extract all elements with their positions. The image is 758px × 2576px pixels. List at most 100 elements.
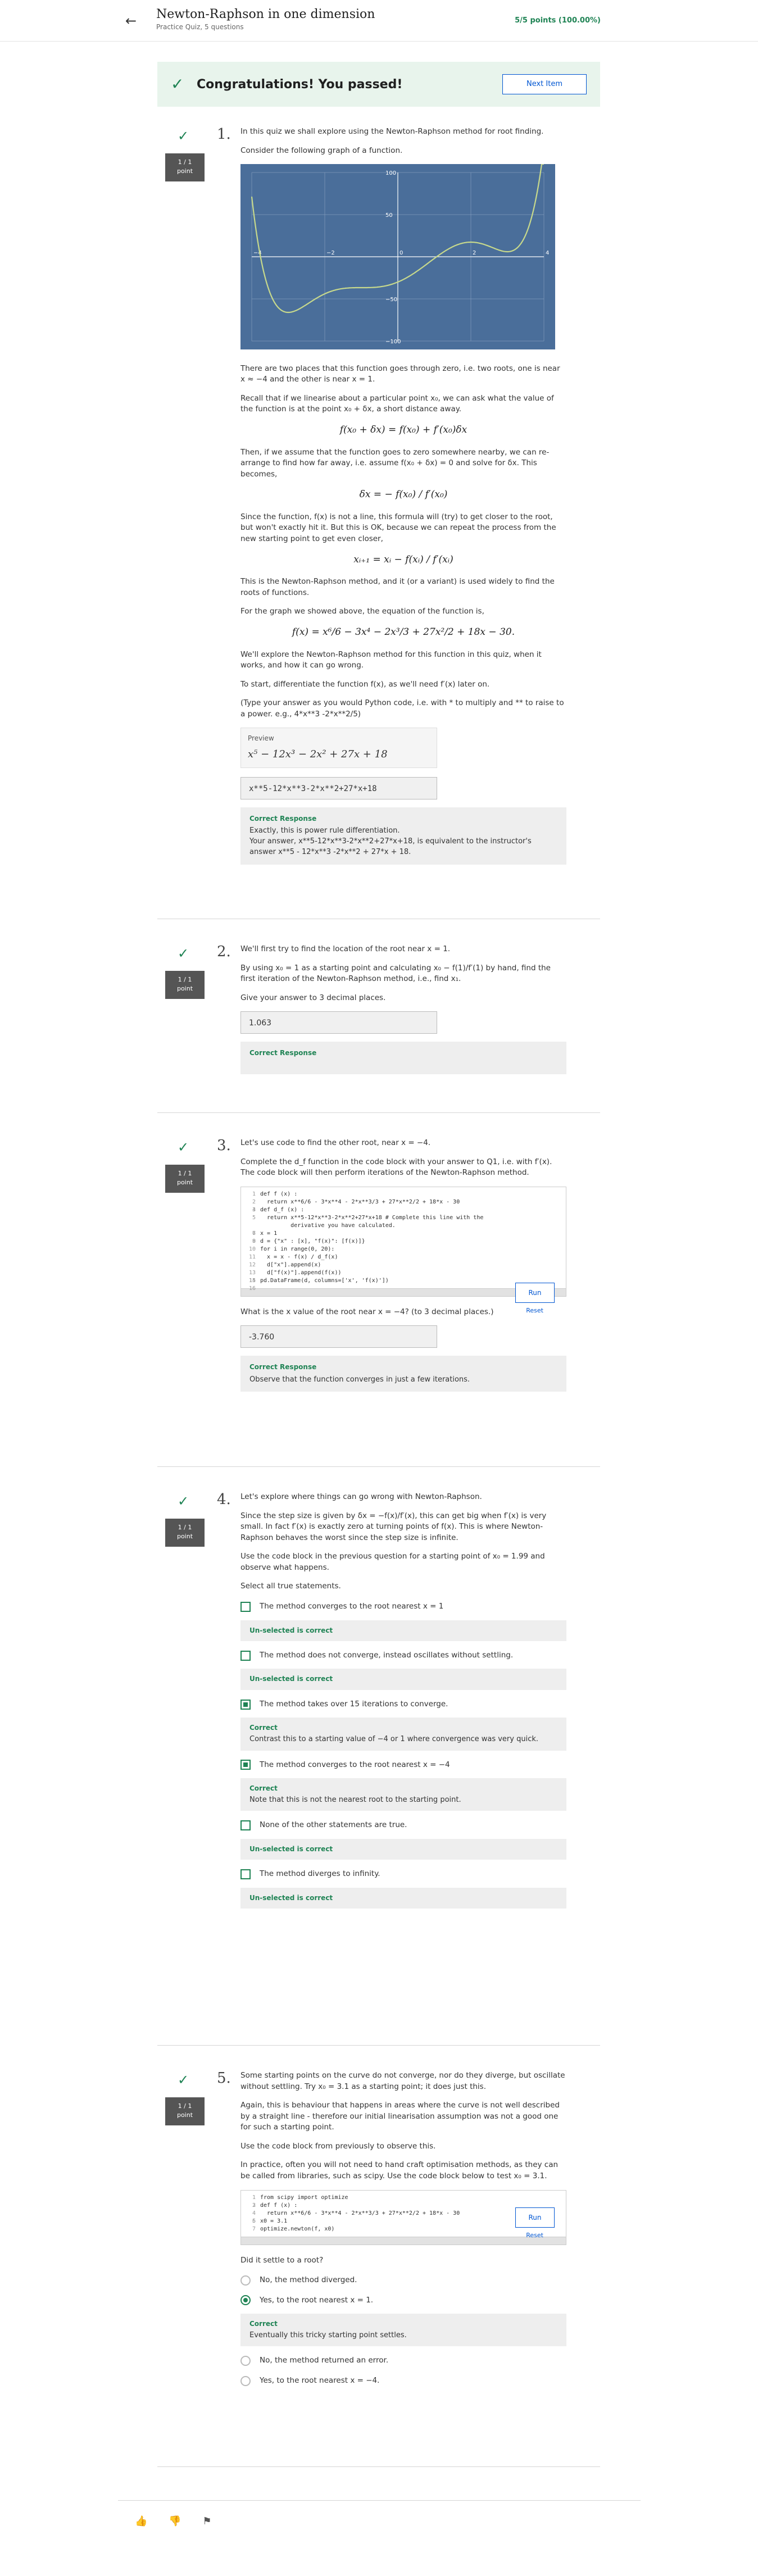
q1-paragraph: We'll explore the Newton-Raphson method … bbox=[240, 649, 542, 670]
q4-paragraph: Select all true statements. bbox=[240, 1582, 341, 1591]
code-line[interactable]: 1 def f (x) : bbox=[241, 1191, 566, 1198]
code-line[interactable]: 7x = 1 bbox=[241, 1230, 566, 1238]
line-number: 13 bbox=[248, 1269, 256, 1276]
option-checkbox[interactable]: The method converges to the root nearest… bbox=[240, 1601, 566, 1612]
checkbox-checked[interactable] bbox=[240, 1760, 251, 1770]
answer-input[interactable]: 1.063 bbox=[240, 1011, 437, 1034]
next-item-button[interactable]: Next Item bbox=[502, 74, 587, 94]
answer-input[interactable]: -3.760 bbox=[240, 1325, 437, 1348]
divider bbox=[157, 2466, 600, 2467]
code-lines[interactable]: 1 def f (x) :2 return x**6/6 - 3*x**4 - 2… bbox=[241, 1187, 566, 1292]
checkbox-checked[interactable] bbox=[240, 1699, 251, 1710]
option-label: Yes, to the root nearest x = −4. bbox=[260, 2375, 380, 2385]
code-line[interactable]: 12 d["x"].append(x) bbox=[241, 1261, 566, 1269]
code-line[interactable]: 2 return x**6/6 - 3*x**4 - 2*x**3/3 + 27… bbox=[241, 1198, 566, 1206]
response-feedback: Correct Response bbox=[240, 1042, 566, 1075]
horizontal-scrollbar[interactable] bbox=[241, 2236, 566, 2245]
x-tick-label: −2 bbox=[326, 250, 335, 256]
option-radio[interactable]: No, the method diverged. bbox=[240, 2275, 566, 2286]
question-number: 1. bbox=[217, 126, 231, 143]
code-line[interactable]: 5 return x**5-12*x**3-2*x**2+27*x+18 # C… bbox=[241, 1214, 566, 1222]
q1-paragraph: Recall that if we linearise about a part… bbox=[240, 393, 554, 414]
line-number: 6 bbox=[252, 2218, 256, 2224]
feedback-title: Un-selected is correct bbox=[249, 1675, 333, 1683]
thumbs-down-icon[interactable]: 👎 bbox=[169, 2515, 190, 2527]
feedback-title: Correct Response bbox=[249, 1049, 317, 1057]
thumbs-up-icon[interactable]: 👍 bbox=[135, 2515, 156, 2527]
code-line[interactable]: 1 from scipy import optimize bbox=[241, 2194, 566, 2202]
q5-paragraph: Some starting points on the curve do not… bbox=[240, 2071, 565, 2091]
q1-paragraph: To start, differentiate the function f(x… bbox=[240, 679, 490, 689]
code-line[interactable]: 10 for i in range(0, 20): bbox=[241, 1246, 566, 1253]
points-badge: 1 / 1 point bbox=[165, 971, 205, 999]
checkbox[interactable] bbox=[240, 1650, 251, 1661]
code-line[interactable]: 9d = {"x" : [x], "f(x)": [f(x)]} bbox=[241, 1238, 566, 1246]
checkbox[interactable] bbox=[240, 1601, 251, 1612]
code-line[interactable]: 4 def d_f (x) : bbox=[241, 1206, 566, 1214]
code-line[interactable]: derivative you have calculated. bbox=[241, 1222, 566, 1230]
question-body: Let's explore where things can go wrong … bbox=[240, 1492, 566, 1913]
q5-paragraph: Use the code block from previously to ob… bbox=[240, 2141, 436, 2151]
response-feedback: Correct Response Observe that the functi… bbox=[240, 1356, 566, 1392]
line-number: 16 bbox=[248, 1285, 256, 1292]
feedback-text: Exactly, this is power rule differentiat… bbox=[249, 826, 400, 835]
feedback-title: Un-selected is correct bbox=[249, 1893, 333, 1902]
q5-paragraph: Again, this is behaviour that happens in… bbox=[240, 2101, 560, 2132]
feedback-title: Correct bbox=[249, 1784, 278, 1793]
run-button[interactable]: Run bbox=[515, 2207, 555, 2228]
line-number: 1 bbox=[252, 1191, 256, 1197]
option-label: The method does not converge, instead os… bbox=[260, 1650, 514, 1660]
option-checkbox[interactable]: The method takes over 15 iterations to c… bbox=[240, 1699, 566, 1710]
option-checkbox[interactable]: None of the other statements are true. bbox=[240, 1820, 566, 1831]
option-feedback: Correct Contrast this to a starting value… bbox=[240, 1718, 566, 1751]
reset-link[interactable]: Reset bbox=[526, 1306, 543, 1315]
line-number: 12 bbox=[248, 1261, 256, 1268]
radio-button[interactable] bbox=[240, 2356, 251, 2366]
q1-paragraph: For the graph we showed above, the equat… bbox=[240, 607, 484, 616]
code-editor[interactable]: 1 from scipy import optimize 2 3 def f (x) :… bbox=[240, 2189, 566, 2245]
y-tick-label: −50 bbox=[385, 297, 397, 303]
page-subtitle: Practice Quiz, 5 questions bbox=[156, 23, 244, 31]
option-radio[interactable]: Yes, to the root nearest x = −4. bbox=[240, 2375, 566, 2387]
option-label: None of the other statements are true. bbox=[260, 1820, 407, 1830]
checkbox[interactable] bbox=[240, 1869, 251, 1880]
run-button[interactable]: Run bbox=[515, 1282, 555, 1303]
code-line[interactable]: 11 x = x - f(x) / d_f(x) bbox=[241, 1253, 566, 1261]
q1-paragraph: Since the function, f(x) is not a line, … bbox=[240, 512, 556, 544]
answer-input[interactable]: x**5-12*x**3-2*x**2+27*x+18 bbox=[240, 776, 437, 799]
flag-icon[interactable]: ⚑ bbox=[202, 2515, 220, 2527]
option-checkbox[interactable]: The method converges to the root nearest… bbox=[240, 1760, 566, 1771]
option-checkbox[interactable]: The method diverges to infinity. bbox=[240, 1869, 566, 1880]
correct-check-icon: ✓ bbox=[178, 946, 189, 961]
radio-button[interactable] bbox=[240, 2275, 251, 2286]
x-tick-label: 4 bbox=[546, 250, 549, 256]
q2-paragraph: By using x₀ = 1 as a starting point and … bbox=[240, 963, 551, 984]
back-arrow-icon[interactable]: ← bbox=[122, 12, 139, 29]
option-feedback: Correct Eventually this tricky starting p… bbox=[240, 2314, 566, 2347]
option-label: No, the method returned an error. bbox=[260, 2356, 389, 2365]
line-number: 7 bbox=[252, 2225, 256, 2232]
option-radio[interactable]: No, the method returned an error. bbox=[240, 2355, 566, 2366]
correct-check-icon: ✓ bbox=[178, 1493, 189, 1509]
correct-check-icon: ✓ bbox=[178, 1139, 189, 1155]
code-editor[interactable]: 1 def f (x) :2 return x**6/6 - 3*x**4 - 2… bbox=[240, 1186, 566, 1314]
radio-button-selected[interactable] bbox=[240, 2295, 251, 2306]
line-number: 11 bbox=[248, 1253, 256, 1260]
reset-link[interactable]: Reset bbox=[526, 2231, 543, 2240]
feedback-title: Un-selected is correct bbox=[249, 1626, 333, 1634]
option-checkbox[interactable]: The method does not converge, instead os… bbox=[240, 1650, 566, 1661]
code-line[interactable]: 13 d["f(x)"].append(f(x)) bbox=[241, 1269, 566, 1277]
option-feedback: Correct Note that this is not the nearest… bbox=[240, 1778, 566, 1811]
option-label: The method takes over 15 iterations to c… bbox=[260, 1699, 448, 1709]
option-label: The method diverges to infinity. bbox=[260, 1869, 380, 1879]
option-radio[interactable]: Yes, to the root nearest x = 1. bbox=[240, 2295, 566, 2306]
question-body: Let's use code to find the other root, n… bbox=[240, 1138, 566, 1402]
feedback-text: Your answer, x**5-12*x**3-2*x**2+27*x+18… bbox=[249, 837, 532, 856]
q4-paragraph: Since the step size is given by δx = −f(… bbox=[240, 1511, 547, 1542]
radio-button[interactable] bbox=[240, 2375, 251, 2386]
feedback-icons: 👍 👎 ⚑ bbox=[135, 2514, 220, 2529]
checkbox[interactable] bbox=[240, 1820, 251, 1831]
equation: f(x₀ + δx) = f(x₀) + f′(x₀)δx bbox=[339, 424, 467, 435]
pass-message: Congratulations! You passed! bbox=[197, 78, 403, 92]
q3-paragraph: Let's use code to find the other root, n… bbox=[240, 1138, 431, 1147]
